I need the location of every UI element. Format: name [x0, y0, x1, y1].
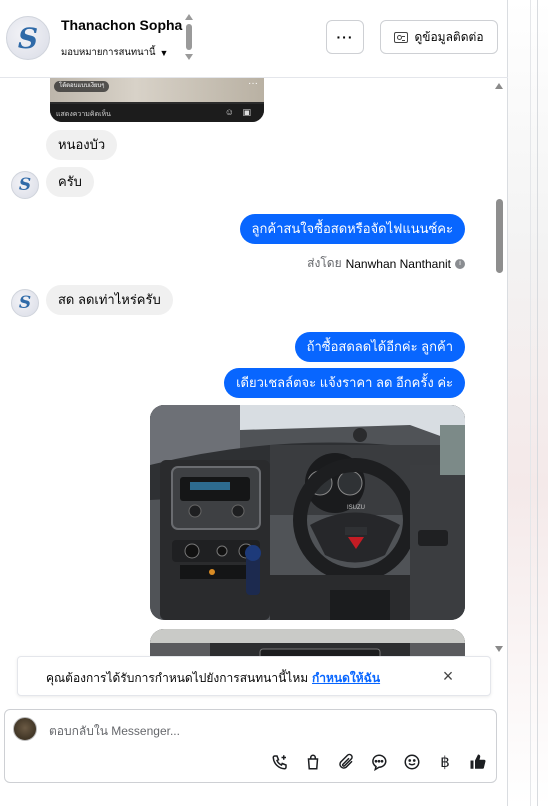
car-interior-illustration: ISUZU	[150, 405, 465, 620]
contact-avatar-small: S	[11, 171, 39, 199]
assign-dropdown[interactable]: มอบหมายการสนทนานี้ ▼	[61, 45, 168, 60]
view-contact-label: ดูข้อมูลติดต่อ	[414, 29, 484, 44]
shopping-bag-icon[interactable]	[303, 752, 323, 772]
contact-card-icon	[394, 31, 409, 43]
view-contact-button[interactable]: ดูข้อมูลติดต่อ	[380, 20, 498, 54]
contact-avatar[interactable]: S	[6, 16, 50, 60]
sent-by-label: ส่งโดย Nanwhan Nanthanit i	[307, 254, 465, 273]
conversation-header: S Thanachon Sopha มอบหมายการสนทนานี้ ▼ ·…	[0, 0, 508, 78]
chat-bubble-icon[interactable]	[369, 752, 389, 772]
emoji-icon[interactable]	[402, 752, 422, 772]
comment-bar-label: แสดงความคิดเห็น	[56, 111, 111, 118]
message-incoming[interactable]: ครับ	[46, 167, 94, 197]
notification-text: คุณต้องการได้รับการกำหนดไปยังการสนทนานี้…	[46, 671, 309, 685]
post-chip: โต้ตอบแบบเงียบๆ	[54, 81, 110, 92]
caret-down-icon: ▼	[159, 47, 169, 58]
contact-avatar-small: S	[11, 289, 39, 317]
scroll-down-arrow-icon[interactable]	[185, 54, 193, 60]
info-icon[interactable]: i	[455, 258, 465, 269]
scroll-thumb[interactable]	[496, 199, 503, 273]
phone-plus-icon[interactable]	[270, 752, 290, 772]
contact-name[interactable]: Thanachon Sopha	[61, 17, 182, 33]
assign-notification: คุณต้องการได้รับการกำหนดไปยังการสนทนานี้…	[17, 656, 491, 696]
close-icon[interactable]: ×	[438, 665, 458, 687]
comment-bar: แสดงความคิดเห็น ☺ ▣	[50, 104, 264, 122]
message-composer: ฿	[4, 709, 497, 783]
sender-name: Nanwhan Nanthanit	[345, 256, 451, 271]
scroll-up-arrow-icon[interactable]	[185, 14, 193, 20]
steering-brand-label: ISUZU	[347, 505, 365, 511]
more-options-button[interactable]: ···	[326, 20, 364, 54]
scroll-down-arrow-icon[interactable]	[495, 646, 503, 652]
baht-icon[interactable]: ฿	[435, 752, 455, 772]
avatar-initial: S	[18, 175, 32, 195]
message-incoming[interactable]: สด ลดเท่าไหร่ครับ	[46, 285, 173, 315]
conversation-scrollbar[interactable]	[492, 80, 506, 658]
assign-label: มอบหมายการสนทนานี้	[61, 47, 156, 58]
scroll-up-arrow-icon[interactable]	[495, 83, 503, 89]
message-incoming[interactable]: หนองบัว	[46, 130, 118, 160]
divider	[537, 0, 538, 806]
sent-by-prefix: ส่งโดย	[307, 256, 342, 270]
scroll-thumb[interactable]	[186, 24, 192, 50]
car-interior-photo[interactable]: ISUZU	[150, 405, 465, 620]
divider	[530, 0, 531, 806]
more-icon[interactable]: ···	[248, 78, 258, 89]
composer-toolbar: ฿	[270, 752, 488, 772]
window-edge	[508, 0, 548, 806]
message-outgoing[interactable]: เดียวเชลล์ตจะ แจ้งราคา ลด อีกครั้ง ค่ะ	[224, 368, 465, 398]
assign-to-me-link[interactable]: กำหนดให้ฉัน	[312, 669, 380, 688]
message-outgoing[interactable]: ถ้าซื้อสดลดได้อีกค่ะ ลูกค้า	[294, 332, 465, 362]
emoji-gif-icons: ☺ ▣	[224, 107, 254, 117]
avatar-initial: S	[18, 293, 32, 313]
reply-input[interactable]	[49, 722, 449, 740]
conversation-panel: S Thanachon Sopha มอบหมายการสนทนานี้ ▼ ·…	[0, 0, 508, 806]
avatar-initial: S	[17, 21, 39, 55]
header-scroll-control[interactable]	[184, 14, 196, 62]
paperclip-icon[interactable]	[336, 752, 356, 772]
message-outgoing[interactable]: ลูกค้าสนใจซื้อสดหรือจัดไฟแนนซ์คะ	[239, 214, 465, 244]
thumbs-up-icon[interactable]	[468, 752, 488, 772]
shared-post-preview[interactable]: โต้ตอบแบบเงียบๆ ··· แสดงความคิดเห็น ☺ ▣	[50, 78, 264, 122]
page-avatar	[13, 717, 37, 741]
